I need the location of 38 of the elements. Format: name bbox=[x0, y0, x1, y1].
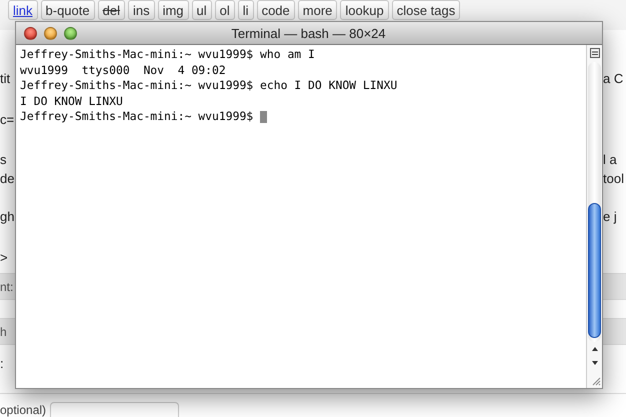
terminal-line: Jeffrey-Smiths-Mac-mini:~ wvu1999$ echo I DO KNOW LINXU bbox=[20, 78, 398, 94]
format-button[interactable]: del bbox=[98, 0, 125, 20]
format-button[interactable]: lookup bbox=[340, 0, 389, 20]
page-text: > bbox=[0, 250, 8, 265]
close-icon[interactable] bbox=[24, 26, 37, 40]
minimize-icon[interactable] bbox=[44, 26, 57, 40]
page-text: h bbox=[0, 324, 7, 338]
format-button[interactable]: ins bbox=[128, 0, 155, 20]
terminal-line: I DO KNOW LINXU bbox=[20, 94, 123, 109]
terminal-line: Jeffrey-Smiths-Mac-mini:~ wvu1999$ who am I bbox=[20, 47, 315, 62]
page-text: s bbox=[0, 152, 6, 167]
page-text: tool bbox=[603, 171, 624, 186]
format-button[interactable]: more bbox=[298, 0, 338, 20]
page-text: gh bbox=[0, 209, 14, 224]
terminal-line: Jeffrey-Smiths-Mac-mini:~ wvu1999$ bbox=[20, 109, 268, 124]
input-field[interactable] bbox=[50, 402, 180, 417]
page-text: nt: bbox=[0, 280, 14, 294]
format-button[interactable]: close tags bbox=[392, 0, 460, 20]
format-button[interactable]: link bbox=[8, 0, 38, 20]
zoom-icon[interactable] bbox=[64, 26, 77, 40]
format-button[interactable]: code bbox=[256, 0, 295, 20]
format-button[interactable]: ol bbox=[214, 0, 235, 20]
format-button[interactable]: img bbox=[158, 0, 189, 20]
split-icon[interactable] bbox=[590, 48, 600, 58]
page-text: l a bbox=[603, 152, 617, 167]
format-button[interactable]: b-quote bbox=[40, 0, 95, 20]
format-button[interactable]: ul bbox=[192, 0, 212, 20]
format-button[interactable]: li bbox=[238, 0, 254, 20]
terminal-line: wvu1999 ttys000 Nov 4 09:02 bbox=[20, 62, 226, 78]
page-text: e j bbox=[603, 209, 617, 224]
window-title: Terminal — bash — 80×24 bbox=[230, 26, 387, 40]
page-text: a C bbox=[603, 71, 624, 86]
page-text: de bbox=[0, 171, 14, 186]
page-text: tit bbox=[0, 71, 10, 86]
field-label: optional) bbox=[0, 403, 46, 417]
scroll-thumb[interactable] bbox=[588, 203, 601, 338]
page-text: : bbox=[0, 356, 4, 371]
page-text: c= bbox=[0, 112, 14, 127]
